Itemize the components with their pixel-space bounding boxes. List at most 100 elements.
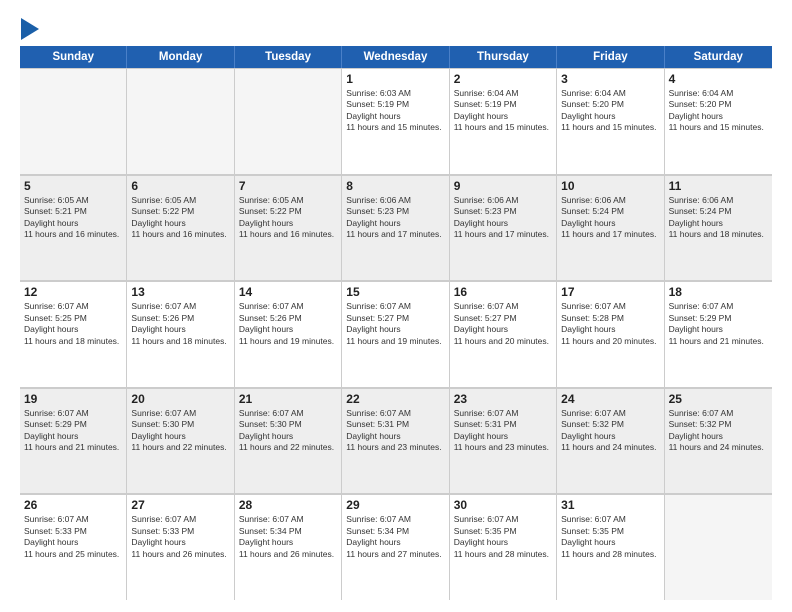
day-number: 14: [239, 285, 337, 299]
day-info: Sunrise: 6:07 AMSunset: 5:30 PMDaylight …: [239, 408, 337, 454]
week-row-2: 5 Sunrise: 6:05 AMSunset: 5:21 PMDaylight…: [20, 175, 772, 282]
header-day-thursday: Thursday: [450, 46, 557, 68]
day-info: Sunrise: 6:07 AMSunset: 5:35 PMDaylight …: [454, 514, 552, 560]
day-number: 4: [669, 72, 768, 86]
day-info: Sunrise: 6:07 AMSunset: 5:33 PMDaylight …: [131, 514, 229, 560]
day-number: 29: [346, 498, 444, 512]
logo: [20, 18, 39, 40]
cal-cell: [20, 68, 127, 174]
day-info: Sunrise: 6:05 AMSunset: 5:22 PMDaylight …: [131, 195, 229, 241]
day-number: 17: [561, 285, 659, 299]
day-info: Sunrise: 6:07 AMSunset: 5:26 PMDaylight …: [131, 301, 229, 347]
day-number: 20: [131, 392, 229, 406]
cal-cell: 11 Sunrise: 6:06 AMSunset: 5:24 PMDayligh…: [665, 175, 772, 281]
day-info: Sunrise: 6:06 AMSunset: 5:23 PMDaylight …: [346, 195, 444, 241]
day-number: 7: [239, 179, 337, 193]
cal-cell: [665, 494, 772, 600]
cal-cell: [235, 68, 342, 174]
cal-cell: 6 Sunrise: 6:05 AMSunset: 5:22 PMDaylight…: [127, 175, 234, 281]
day-info: Sunrise: 6:06 AMSunset: 5:24 PMDaylight …: [669, 195, 768, 241]
day-info: Sunrise: 6:04 AMSunset: 5:19 PMDaylight …: [454, 88, 552, 134]
week-row-1: 1 Sunrise: 6:03 AMSunset: 5:19 PMDaylight…: [20, 68, 772, 175]
day-info: Sunrise: 6:03 AMSunset: 5:19 PMDaylight …: [346, 88, 444, 134]
cal-cell: 20Sunrise: 6:07 AMSunset: 5:30 PMDayligh…: [127, 388, 234, 494]
cal-cell: 7 Sunrise: 6:05 AMSunset: 5:22 PMDaylight…: [235, 175, 342, 281]
cal-cell: 19Sunrise: 6:07 AMSunset: 5:29 PMDayligh…: [20, 388, 127, 494]
calendar-header: SundayMondayTuesdayWednesdayThursdayFrid…: [20, 46, 772, 68]
day-number: 22: [346, 392, 444, 406]
cal-cell: 22 Sunrise: 6:07 AMSunset: 5:31 PMDayligh…: [342, 388, 449, 494]
day-number: 15: [346, 285, 444, 299]
day-number: 6: [131, 179, 229, 193]
day-number: 26: [24, 498, 122, 512]
cal-cell: 1 Sunrise: 6:03 AMSunset: 5:19 PMDaylight…: [342, 68, 449, 174]
cal-cell: 17 Sunrise: 6:07 AMSunset: 5:28 PMDayligh…: [557, 281, 664, 387]
cal-cell: 16 Sunrise: 6:07 AMSunset: 5:27 PMDayligh…: [450, 281, 557, 387]
day-info: Sunrise: 6:07 AMSunset: 5:27 PMDaylight …: [454, 301, 552, 347]
cal-cell: 5 Sunrise: 6:05 AMSunset: 5:21 PMDaylight…: [20, 175, 127, 281]
day-number: 31: [561, 498, 659, 512]
cal-cell: 2 Sunrise: 6:04 AMSunset: 5:19 PMDaylight…: [450, 68, 557, 174]
day-number: 24: [561, 392, 659, 406]
cal-cell: 29 Sunrise: 6:07 AMSunset: 5:34 PMDayligh…: [342, 494, 449, 600]
day-info: Sunrise: 6:07 AMSunset: 5:28 PMDaylight …: [561, 301, 659, 347]
day-number: 30: [454, 498, 552, 512]
cal-cell: 15 Sunrise: 6:07 AMSunset: 5:27 PMDayligh…: [342, 281, 449, 387]
cal-cell: 3Sunrise: 6:04 AMSunset: 5:20 PMDaylight…: [557, 68, 664, 174]
day-info: Sunrise: 6:04 AMSunset: 5:20 PMDaylight …: [669, 88, 768, 134]
cal-cell: 14 Sunrise: 6:07 AMSunset: 5:26 PMDayligh…: [235, 281, 342, 387]
day-number: 11: [669, 179, 768, 193]
calendar: SundayMondayTuesdayWednesdayThursdayFrid…: [20, 46, 772, 600]
day-number: 10: [561, 179, 659, 193]
day-number: 5: [24, 179, 122, 193]
cal-cell: 9Sunrise: 6:06 AMSunset: 5:23 PMDaylight…: [450, 175, 557, 281]
header-day-friday: Friday: [557, 46, 664, 68]
day-info: Sunrise: 6:07 AMSunset: 5:27 PMDaylight …: [346, 301, 444, 347]
cal-cell: 13 Sunrise: 6:07 AMSunset: 5:26 PMDayligh…: [127, 281, 234, 387]
cal-cell: 4 Sunrise: 6:04 AMSunset: 5:20 PMDaylight…: [665, 68, 772, 174]
day-info: Sunrise: 6:07 AMSunset: 5:29 PMDaylight …: [669, 301, 768, 347]
day-info: Sunrise: 6:06 AMSunset: 5:23 PMDaylight …: [454, 195, 552, 241]
day-info: Sunrise: 6:05 AMSunset: 5:22 PMDaylight …: [239, 195, 337, 241]
day-info: Sunrise: 6:07 AMSunset: 5:25 PMDaylight …: [24, 301, 122, 347]
header: [20, 18, 772, 40]
day-info: Sunrise: 6:04 AMSunset: 5:20 PMDaylight …: [561, 88, 659, 134]
day-info: Sunrise: 6:07 AMSunset: 5:31 PMDaylight …: [454, 408, 552, 454]
week-row-4: 19Sunrise: 6:07 AMSunset: 5:29 PMDayligh…: [20, 388, 772, 495]
week-row-3: 12 Sunrise: 6:07 AMSunset: 5:25 PMDayligh…: [20, 281, 772, 388]
cal-cell: 31 Sunrise: 6:07 AMSunset: 5:35 PMDayligh…: [557, 494, 664, 600]
day-number: 18: [669, 285, 768, 299]
day-number: 13: [131, 285, 229, 299]
day-number: 1: [346, 72, 444, 86]
day-number: 28: [239, 498, 337, 512]
day-info: Sunrise: 6:07 AMSunset: 5:35 PMDaylight …: [561, 514, 659, 560]
cal-cell: 27Sunrise: 6:07 AMSunset: 5:33 PMDayligh…: [127, 494, 234, 600]
cal-cell: 24 Sunrise: 6:07 AMSunset: 5:32 PMDayligh…: [557, 388, 664, 494]
cal-cell: 25Sunrise: 6:07 AMSunset: 5:32 PMDayligh…: [665, 388, 772, 494]
header-day-tuesday: Tuesday: [235, 46, 342, 68]
week-row-5: 26 Sunrise: 6:07 AMSunset: 5:33 PMDayligh…: [20, 494, 772, 600]
day-number: 2: [454, 72, 552, 86]
day-number: 12: [24, 285, 122, 299]
cal-cell: 12 Sunrise: 6:07 AMSunset: 5:25 PMDayligh…: [20, 281, 127, 387]
day-number: 16: [454, 285, 552, 299]
header-day-wednesday: Wednesday: [342, 46, 449, 68]
day-info: Sunrise: 6:07 AMSunset: 5:34 PMDaylight …: [239, 514, 337, 560]
day-info: Sunrise: 6:07 AMSunset: 5:26 PMDaylight …: [239, 301, 337, 347]
header-day-saturday: Saturday: [665, 46, 772, 68]
day-info: Sunrise: 6:07 AMSunset: 5:32 PMDaylight …: [561, 408, 659, 454]
page: SundayMondayTuesdayWednesdayThursdayFrid…: [0, 0, 792, 612]
logo-icon: [21, 18, 39, 40]
day-info: Sunrise: 6:05 AMSunset: 5:21 PMDaylight …: [24, 195, 122, 241]
day-info: Sunrise: 6:07 AMSunset: 5:31 PMDaylight …: [346, 408, 444, 454]
day-number: 25: [669, 392, 768, 406]
cal-cell: [127, 68, 234, 174]
cal-cell: 10Sunrise: 6:06 AMSunset: 5:24 PMDayligh…: [557, 175, 664, 281]
cal-cell: 21 Sunrise: 6:07 AMSunset: 5:30 PMDayligh…: [235, 388, 342, 494]
cal-cell: 8Sunrise: 6:06 AMSunset: 5:23 PMDaylight…: [342, 175, 449, 281]
header-day-sunday: Sunday: [20, 46, 127, 68]
day-info: Sunrise: 6:07 AMSunset: 5:34 PMDaylight …: [346, 514, 444, 560]
day-number: 21: [239, 392, 337, 406]
cal-cell: 26Sunrise: 6:07 AMSunset: 5:33 PMDayligh…: [20, 494, 127, 600]
calendar-body: 1 Sunrise: 6:03 AMSunset: 5:19 PMDaylight…: [20, 68, 772, 600]
